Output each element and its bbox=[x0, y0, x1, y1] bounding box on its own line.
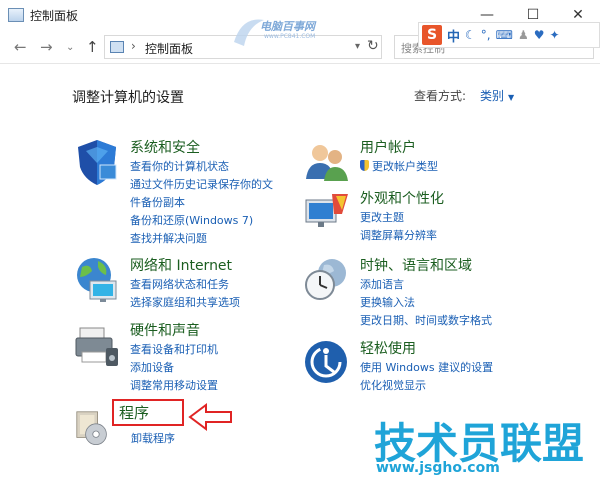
link-change-account-type[interactable]: 更改帐户类型 bbox=[360, 158, 438, 176]
link-change-theme[interactable]: 更改主题 bbox=[360, 209, 437, 227]
forward-arrow-icon[interactable]: → bbox=[40, 38, 53, 56]
chevron-down-icon: ▼ bbox=[508, 93, 515, 102]
category-title[interactable]: 轻松使用 bbox=[360, 338, 416, 358]
ease-of-access-icon bbox=[305, 341, 347, 383]
arrow-left-icon bbox=[188, 403, 232, 431]
link-add-language[interactable]: 添加语言 bbox=[360, 276, 492, 294]
watermark-text: 电脑百事网 bbox=[260, 20, 315, 33]
clock-globe-icon bbox=[305, 259, 346, 300]
category-system-security: 系统和安全 查看你的计算机状态 通过文件历史记录保存你的文 件备份副本 备份和还… bbox=[72, 137, 302, 247]
view-by-dropdown[interactable]: 类别 ▼ bbox=[480, 87, 514, 104]
category-title[interactable]: 外观和个性化 bbox=[360, 188, 444, 208]
breadcrumb-separator-icon: › bbox=[131, 39, 136, 53]
ime-toolbar[interactable]: S 中 ☾ °, ⌨ ♟ ♥ ✦ bbox=[418, 22, 600, 48]
skin-icon[interactable]: ♥ bbox=[534, 28, 545, 42]
link-recommended-settings[interactable]: 使用 Windows 建议的设置 bbox=[360, 359, 493, 377]
refresh-icon[interactable]: ↻ bbox=[367, 38, 379, 54]
uac-shield-icon bbox=[360, 160, 369, 171]
link-homegroup-sharing[interactable]: 选择家庭组和共享选项 bbox=[130, 294, 240, 312]
brand-url: www.jsgho.com bbox=[376, 460, 500, 476]
watermark-logo: 电脑百事网 www.PC841.COM bbox=[230, 12, 360, 52]
moon-icon[interactable]: ☾ bbox=[465, 28, 476, 42]
category-network-internet: 网络和 Internet 查看网络状态和任务 选择家庭组和共享选项 bbox=[72, 255, 302, 315]
link-file-history-backup[interactable]: 通过文件历史记录保存你的文 bbox=[130, 176, 273, 194]
keyboard-icon[interactable]: ⌨ bbox=[496, 28, 513, 42]
category-user-accounts: 用户帐户 更改帐户类型 bbox=[302, 137, 592, 187]
watermark-url: www.PC841.COM bbox=[264, 33, 316, 40]
link-optimize-visual-display[interactable]: 优化视觉显示 bbox=[360, 377, 493, 395]
recent-locations-icon[interactable]: ⌄ bbox=[66, 42, 74, 53]
sogou-logo-icon[interactable]: S bbox=[422, 25, 442, 45]
category-title[interactable]: 系统和安全 bbox=[130, 137, 200, 157]
network-globe-icon bbox=[77, 258, 117, 302]
category-programs bbox=[72, 404, 112, 454]
category-ease-of-access: 轻松使用 使用 Windows 建议的设置 优化视觉显示 bbox=[302, 338, 592, 398]
link-devices-printers[interactable]: 查看设备和打印机 bbox=[130, 341, 218, 359]
link-view-computer-status[interactable]: 查看你的计算机状态 bbox=[130, 158, 273, 176]
link-change-input-method[interactable]: 更换输入法 bbox=[360, 294, 492, 312]
ime-language[interactable]: 中 bbox=[447, 26, 460, 45]
shield-icon bbox=[78, 140, 117, 185]
link-network-status[interactable]: 查看网络状态和任务 bbox=[130, 276, 240, 294]
window-title: 控制面板 bbox=[30, 9, 79, 23]
up-arrow-icon[interactable]: ↑ bbox=[86, 38, 99, 56]
breadcrumb[interactable]: 控制面板 bbox=[145, 40, 193, 57]
category-title[interactable]: 时钟、语言和区域 bbox=[360, 255, 472, 275]
category-title[interactable]: 网络和 Internet bbox=[130, 255, 232, 275]
category-title[interactable]: 用户帐户 bbox=[360, 137, 416, 157]
link-file-history-backup-cont[interactable]: 件备份副本 bbox=[130, 194, 273, 212]
page-title: 调整计算机的设置 bbox=[72, 90, 184, 106]
programs-disc-icon bbox=[76, 411, 107, 445]
link-troubleshoot[interactable]: 查找并解决问题 bbox=[130, 230, 273, 248]
back-arrow-icon[interactable]: ← bbox=[14, 38, 27, 56]
user-icon[interactable]: ♟ bbox=[518, 28, 529, 42]
link-add-device[interactable]: 添加设备 bbox=[130, 359, 218, 377]
category-hardware-sound: 硬件和声音 查看设备和打印机 添加设备 调整常用移动设置 bbox=[72, 320, 302, 394]
link-mobility-settings[interactable]: 调整常用移动设置 bbox=[130, 377, 218, 395]
printer-icon bbox=[75, 327, 118, 366]
brand-watermark: 技术员联盟 www.jsgho.com bbox=[370, 410, 596, 480]
category-clock-language-region: 时钟、语言和区域 添加语言 更换输入法 更改日期、时间或数字格式 bbox=[302, 255, 592, 329]
category-title-programs[interactable]: 程序 bbox=[119, 402, 149, 423]
control-panel-icon bbox=[8, 8, 24, 22]
punctuation-icon[interactable]: °, bbox=[481, 28, 491, 42]
link-backup-restore[interactable]: 备份和还原(Windows 7) bbox=[130, 212, 273, 230]
view-by-label: 查看方式: bbox=[414, 89, 467, 103]
tools-icon[interactable]: ✦ bbox=[549, 28, 559, 42]
link-change-date-time-format[interactable]: 更改日期、时间或数字格式 bbox=[360, 312, 492, 330]
view-by-value: 类别 bbox=[480, 89, 505, 103]
appearance-icon bbox=[305, 194, 348, 227]
category-appearance: 外观和个性化 更改主题 调整屏幕分辨率 bbox=[302, 188, 592, 248]
link-uninstall-program[interactable]: 卸载程序 bbox=[131, 430, 175, 446]
category-title[interactable]: 硬件和声音 bbox=[130, 320, 200, 340]
link-screen-resolution[interactable]: 调整屏幕分辨率 bbox=[360, 227, 437, 245]
users-icon bbox=[306, 145, 348, 181]
control-panel-icon bbox=[110, 41, 124, 53]
link-change-account-type-label: 更改帐户类型 bbox=[372, 160, 438, 173]
